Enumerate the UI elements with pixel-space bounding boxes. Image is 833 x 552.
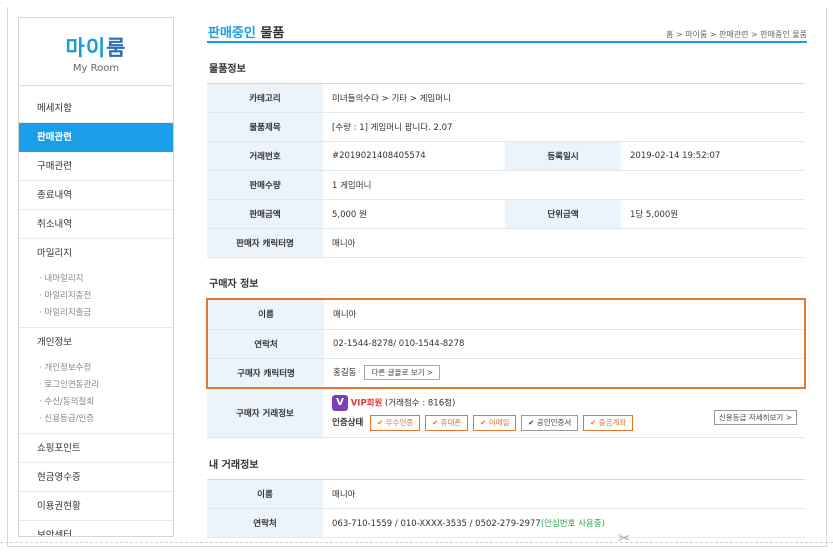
buyer-trade-label: 구매자 거래정보: [207, 389, 323, 438]
sidebar-header: 마이룸 My Room: [19, 18, 173, 86]
personal-submenu: · 개인정보수정 · 로그인연동관리 · 수신/동의철회 · 신용등급/인증: [19, 357, 173, 434]
table-row: 판매금액 5,000 원 단위금액 1당 5,000원: [207, 199, 805, 229]
reg-date-value: 2019-02-14 19:52:07: [621, 141, 805, 171]
auth-certificate-badge: ✔ 공인인증서: [521, 414, 579, 431]
trade-no-label: 거래번호: [207, 141, 323, 171]
trade-score: (거래점수 : 816점): [385, 398, 456, 409]
price-value: 5,000 원: [323, 199, 505, 229]
my-contact-cell: 063-710-1559 / 010-XXXX-3535 / 0502-279-…: [323, 508, 805, 538]
sidebar-subitem-edit-profile[interactable]: · 개인정보수정: [39, 360, 173, 377]
sidebar-item-cancelled[interactable]: 취소내역: [19, 210, 173, 239]
main-content: 판매중인 물품 홈 > 마이룸 > 판매관련 > 판매중인 물품 물품정보 카테…: [206, 17, 807, 538]
sidebar-item-sales[interactable]: 판매관련: [19, 123, 173, 152]
buyer-info-table: 이름 매니아 연락처 02-1544-8278/ 010-1544-8278 구…: [208, 300, 804, 387]
buyer-highlight-box: 이름 매니아 연락처 02-1544-8278/ 010-1544-8278 구…: [206, 298, 806, 389]
alternate-font-button[interactable]: 다른 글꼴로 보기 >: [364, 365, 441, 381]
my-contact-value: 063-710-1559 / 010-XXXX-3535 / 0502-279-…: [332, 518, 541, 529]
sidebar-item-mileage[interactable]: 마일리지: [19, 239, 173, 268]
table-row: 판매자 캐릭터명 매니아: [207, 228, 805, 258]
vip-badge-icon: V: [332, 394, 348, 411]
sidebar-subitem-consent[interactable]: · 수신/동의철회: [39, 394, 173, 411]
vip-line: V VIP회원 (거래점수 : 816점): [332, 394, 805, 411]
sidebar-item-messages[interactable]: 메세지함: [19, 94, 173, 123]
sidebar-item-cash-receipt[interactable]: 현금영수증: [19, 463, 173, 492]
sidebar-subtitle: My Room: [72, 63, 120, 74]
sidebar: 마이룸 My Room 메세지함 판매관련 구매관련 종료내역 취소내역 마일리…: [18, 17, 174, 537]
sidebar-item-shopping-points[interactable]: 쇼핑포인트: [19, 434, 173, 463]
auth-excellent-badge: ✔ 우수인증: [369, 414, 421, 431]
buyer-contact-value: 02-1544-8278/ 010-1544-8278: [324, 329, 804, 359]
sidebar-subitem-credit[interactable]: · 신용등급/인증: [39, 411, 173, 428]
auth-email-badge: ✔ 이메일: [473, 414, 517, 431]
cut-line: [0, 542, 833, 543]
buyer-name-label: 이름: [208, 300, 324, 330]
breadcrumb: 홈 > 마이룸 > 판매관련 > 판매중인 물품: [666, 30, 807, 39]
page-title: 판매중인 물품: [208, 26, 285, 41]
title-row: 판매중인 물품 홈 > 마이룸 > 판매관련 > 판매중인 물품: [207, 17, 807, 43]
sidebar-item-vouchers[interactable]: 이용권현황: [19, 492, 173, 521]
table-row: 구매자 캐릭터명 홍길동 다른 글꼴로 보기 >: [208, 358, 804, 387]
item-title-value: [수량 : 1] 게임머니 팝니다. 2.07: [323, 112, 805, 142]
table-row: 구매자 거래정보 V VIP회원 (거래점수 : 816점) 인증상태 ✔ 우수…: [207, 389, 805, 438]
qty-label: 판매수량: [207, 170, 323, 200]
table-row: 카테고리 미녀들의수다 > 기타 > 게임머니: [207, 83, 805, 113]
buyer-trade-cell: V VIP회원 (거래점수 : 816점) 인증상태 ✔ 우수인증 ✔ 휴대폰 …: [323, 389, 805, 438]
sidebar-subitem-mileage-charge[interactable]: · 마일리지충전: [39, 288, 173, 305]
sidebar-subitem-mileage-withdraw[interactable]: · 마일리지출금: [39, 305, 173, 322]
category-value: 미녀들의수다 > 기타 > 게임머니: [323, 83, 805, 113]
table-row: 연락처 063-710-1559 / 010-XXXX-3535 / 0502-…: [207, 508, 805, 538]
mileage-submenu: · 내마일리지 · 마일리지충전 · 마일리지출금: [19, 268, 173, 328]
item-info-title: 물품정보: [209, 64, 246, 75]
my-name-value: 매니아: [323, 479, 805, 509]
my-name-label: 이름: [207, 479, 323, 509]
trade-no-value: #2019021408405574: [323, 141, 505, 171]
table-row: 연락처 02-1544-8278/ 010-1544-8278: [208, 329, 804, 359]
scissors-icon: ✂: [618, 529, 631, 547]
sidebar-item-personal[interactable]: 개인정보: [19, 328, 173, 357]
sidebar-title: 마이룸: [65, 36, 127, 60]
sidebar-item-completed[interactable]: 종료내역: [19, 181, 173, 210]
seller-char-label: 판매자 캐릭터명: [207, 228, 323, 258]
sidebar-subitem-login-link[interactable]: · 로그인연동관리: [39, 377, 173, 394]
sidebar-item-security[interactable]: 보안센터: [19, 521, 173, 536]
buyer-contact-label: 연락처: [208, 329, 324, 359]
my-contact-label: 연락처: [207, 508, 323, 538]
table-row: 이름 매니아: [207, 479, 805, 509]
unit-price-label: 단위금액: [505, 199, 621, 229]
buyer-trade-table: 구매자 거래정보 V VIP회원 (거래점수 : 816점) 인증상태 ✔ 우수…: [207, 389, 805, 438]
buyer-char-label: 구매자 캐릭터명: [208, 358, 324, 387]
item-title-label: 물품제목: [207, 112, 323, 142]
category-label: 카테고리: [207, 83, 323, 113]
table-row: 물품제목 [수량 : 1] 게임머니 팝니다. 2.07: [207, 112, 805, 142]
table-row: 판매수량 1 게임머니: [207, 170, 805, 200]
qty-value: 1 게임머니: [323, 170, 805, 200]
table-row: 거래번호 #2019021408405574 등록일시 2019-02-14 1…: [207, 141, 805, 171]
unit-price-value: 1당 5,000원: [621, 199, 805, 229]
my-trade-table: 이름 매니아 연락처 063-710-1559 / 010-XXXX-3535 …: [207, 478, 805, 538]
credit-detail-button[interactable]: 신용등급 자세히보기 >: [713, 409, 797, 425]
auth-phone-badge: ✔ 휴대폰: [424, 414, 469, 431]
auth-label: 인증상태: [332, 417, 364, 428]
buyer-info-title: 구매자 정보: [209, 279, 259, 290]
my-trade-title: 내 거래정보: [209, 459, 259, 471]
table-row: 이름 매니아: [208, 300, 804, 330]
reg-date-label: 등록일시: [505, 141, 621, 171]
auth-account-badge: ✔ 출금계좌: [583, 414, 634, 431]
item-info-table: 카테고리 미녀들의수다 > 기타 > 게임머니 물품제목 [수량 : 1] 게임…: [207, 83, 805, 258]
price-label: 판매금액: [207, 199, 323, 229]
buyer-char-cell: 홍길동 다른 글꼴로 보기 >: [324, 358, 804, 387]
buyer-name-value: 매니아: [324, 300, 804, 330]
seller-char-value: 매니아: [323, 228, 805, 258]
sidebar-item-purchases[interactable]: 구매관련: [19, 152, 173, 181]
buyer-char-value: 홍길동: [333, 368, 357, 379]
sidebar-subitem-my-mileage[interactable]: · 내마일리지: [39, 271, 173, 288]
safe-number-note: (안심번호 사용중): [540, 518, 605, 529]
vip-status: VIP회원: [350, 398, 383, 409]
